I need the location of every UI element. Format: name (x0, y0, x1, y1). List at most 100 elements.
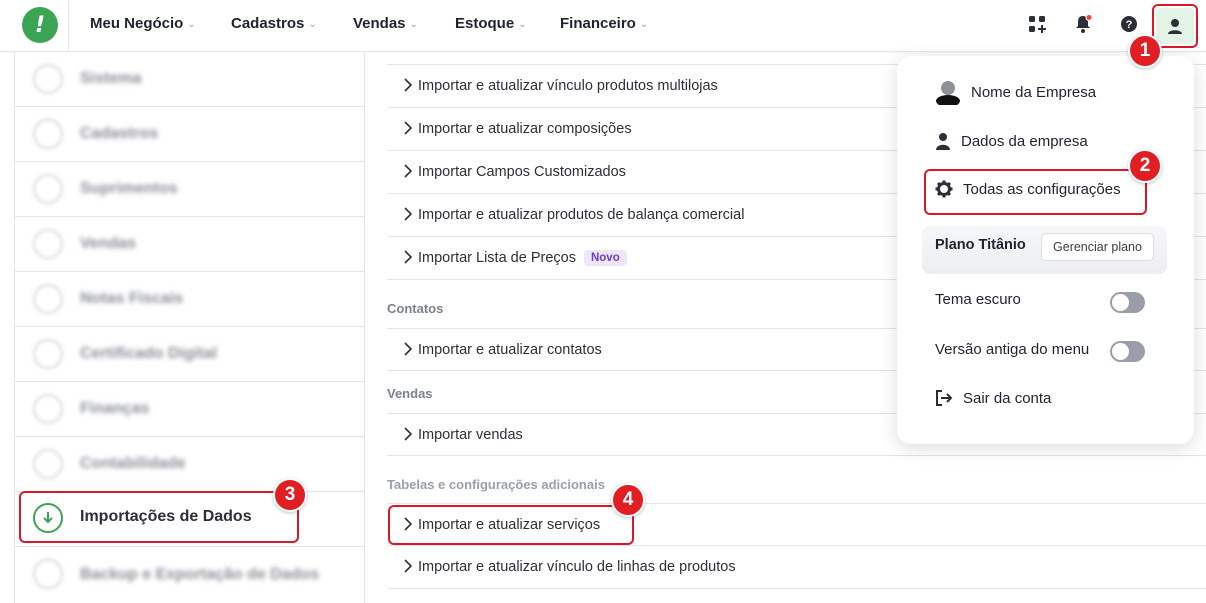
company-data-label: Dados da empresa (961, 132, 1088, 150)
sidebar-item-vendas[interactable]: Vendas (15, 217, 364, 272)
company-name: Nome da Empresa (971, 83, 1097, 101)
nav-label: Meu Negócio (90, 15, 184, 32)
highlight-import-services (388, 505, 634, 545)
chevron-right-icon (404, 427, 413, 441)
chevron-down-icon: ⌄ (639, 19, 649, 30)
sidebar-item-contabilidade[interactable]: Contabilidade (15, 437, 364, 492)
dark-theme-toggle[interactable] (1110, 292, 1145, 313)
nav-meu-negocio[interactable]: Meu Negócio ⌄ (90, 15, 196, 32)
chevron-right-icon (404, 207, 413, 221)
annotation-badge: 4 (611, 483, 645, 517)
sidebar-item-label: Certificado Digital (80, 345, 217, 362)
logout-label: Sair da conta (963, 389, 1052, 407)
sidebar-item-certificado-digital[interactable]: Certificado Digital (15, 327, 364, 382)
company-name-item[interactable]: Nome da Empresa (935, 79, 1096, 105)
list-item-label: Importar e atualizar vínculo produtos mu… (418, 78, 718, 94)
toggle-knob (1112, 294, 1129, 311)
gear-icon (33, 64, 63, 94)
chevron-down-icon: ⌄ (308, 19, 317, 30)
plan-card: Plano Titânio Gerenciar plano (922, 226, 1167, 274)
toggle-knob (1112, 343, 1129, 360)
help-icon[interactable]: ? (1119, 14, 1139, 34)
sidebar-item-label: Importações de Dados (80, 508, 252, 525)
section-title: Contatos (387, 301, 444, 316)
chevron-right-icon (404, 559, 413, 573)
svg-text:?: ? (1126, 19, 1133, 31)
sidebar-item-label: Vendas (80, 235, 137, 252)
sidebar-item-cadastros[interactable]: Cadastros (15, 107, 364, 162)
list-item-label: Importar Campos Customizados (418, 164, 626, 180)
section-title: Vendas (387, 386, 433, 401)
chevron-right-icon (404, 121, 413, 135)
backup-icon (33, 559, 63, 589)
list-item-label: Importar e atualizar vínculo de linhas d… (418, 559, 736, 575)
nav-vendas[interactable]: Vendas ⌄ (353, 15, 418, 32)
nav-cadastros[interactable]: Cadastros ⌄ (231, 15, 317, 32)
cart-icon (33, 229, 63, 259)
chevron-right-icon (404, 250, 413, 264)
sidebar-item-label: Sistema (80, 70, 142, 87)
chevron-down-icon: ⌄ (518, 19, 527, 30)
nav-financeiro[interactable]: Financeiro ⌄ (560, 15, 648, 32)
money-icon (33, 394, 63, 424)
company-data-item[interactable]: Dados da empresa (935, 132, 1088, 150)
annotation-badge: 2 (1128, 149, 1162, 183)
nav-estoque[interactable]: Estoque ⌄ (455, 15, 527, 32)
nav-label: Cadastros (231, 15, 305, 32)
sidebar-item-suprimentos[interactable]: Suprimentos (15, 162, 364, 217)
certificate-icon (33, 339, 63, 369)
calculator-icon (33, 449, 63, 479)
sidebar-item-financas[interactable]: Finanças (15, 382, 364, 437)
section-title: Tabelas e configurações adicionais (387, 477, 605, 492)
sidebar-item-label: Suprimentos (80, 180, 178, 197)
sidebar-item-backup[interactable]: Backup e Exportação de Dados (15, 547, 364, 602)
import-icon (33, 503, 63, 533)
user-menu-dropdown: Nome da Empresa Dados da empresa Todas a… (897, 56, 1194, 444)
annotation-badge: 3 (273, 478, 307, 512)
page: ! Meu Negócio ⌄ Cadastros ⌄ Vendas ⌄ Est… (0, 0, 1206, 603)
sidebar-item-sistema[interactable]: Sistema (15, 52, 364, 107)
nav-label: Financeiro (560, 15, 636, 32)
list-item-text: Importar Lista de Preços (418, 250, 576, 266)
document-icon (33, 119, 63, 149)
new-badge: Novo (583, 250, 627, 266)
chevron-right-icon (404, 78, 413, 92)
chevron-right-icon (404, 342, 413, 356)
highlight-all-settings (924, 169, 1147, 215)
logo[interactable]: ! (22, 7, 58, 43)
sidebar-item-label: Backup e Exportação de Dados (80, 565, 320, 583)
sidebar-item-active-highlight[interactable]: Importações de Dados (19, 491, 299, 543)
apps-icon[interactable] (1027, 14, 1047, 34)
logo-mark: ! (34, 12, 46, 38)
sidebar-item-label: Finanças (80, 400, 150, 417)
bell-icon[interactable] (1073, 14, 1093, 34)
plan-name: Plano Titânio (935, 237, 1026, 253)
sidebar-item-label: Cadastros (80, 125, 159, 142)
list-item-label: Importar e atualizar composições (418, 121, 632, 137)
settings-sidebar: Sistema Cadastros Suprimentos Vendas Not… (14, 52, 365, 603)
invoice-icon (33, 284, 63, 314)
dark-theme-label: Tema escuro (935, 291, 1021, 308)
list-item[interactable]: Importar e atualizar vínculo de linhas d… (387, 546, 1206, 589)
sidebar-item-label: Notas Fiscais (80, 290, 184, 307)
company-avatar-icon (936, 81, 960, 105)
user-icon (1168, 19, 1182, 34)
box-icon (33, 174, 63, 204)
logout-icon (936, 390, 953, 406)
old-menu-label: Versão antiga do menu (935, 341, 1090, 358)
nav-label: Vendas (353, 15, 406, 32)
sidebar-item-notas-fiscais[interactable]: Notas Fiscais (15, 272, 364, 327)
person-icon (936, 133, 950, 150)
list-item-label: Importar vendas (418, 426, 523, 443)
manage-plan-button[interactable]: Gerenciar plano (1041, 233, 1154, 261)
chevron-right-icon (404, 164, 413, 178)
chevron-down-icon: ⌄ (187, 19, 196, 30)
top-bar: ! Meu Negócio ⌄ Cadastros ⌄ Vendas ⌄ Est… (0, 0, 1206, 52)
list-item-label: Importar e atualizar produtos de balança… (418, 207, 745, 223)
annotation-badge: 1 (1128, 34, 1162, 68)
logo-divider (68, 0, 69, 52)
nav-label: Estoque (455, 15, 515, 32)
list-item-label: Importar Lista de Preços Novo (418, 250, 627, 266)
old-menu-toggle[interactable] (1110, 341, 1145, 362)
logout-item[interactable]: Sair da conta (935, 389, 1051, 407)
